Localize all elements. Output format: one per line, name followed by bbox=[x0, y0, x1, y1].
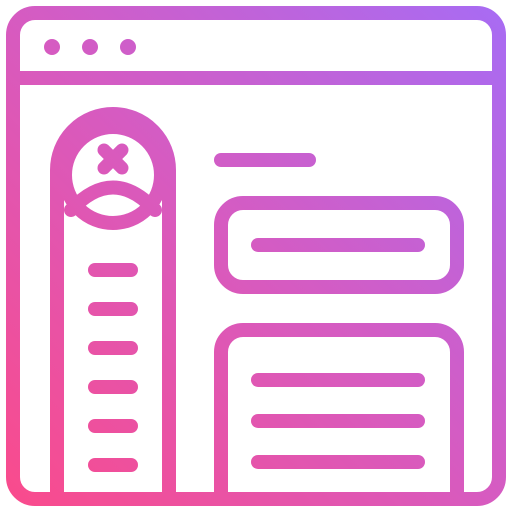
browser-window-profile-icon bbox=[0, 0, 512, 512]
window-control-dot bbox=[82, 39, 98, 55]
avatar-shoulders bbox=[64, 180, 162, 217]
window-control-dot bbox=[44, 39, 60, 55]
close-icon bbox=[97, 143, 129, 175]
window-control-dot bbox=[120, 39, 136, 55]
icon-graphic bbox=[6, 6, 506, 506]
